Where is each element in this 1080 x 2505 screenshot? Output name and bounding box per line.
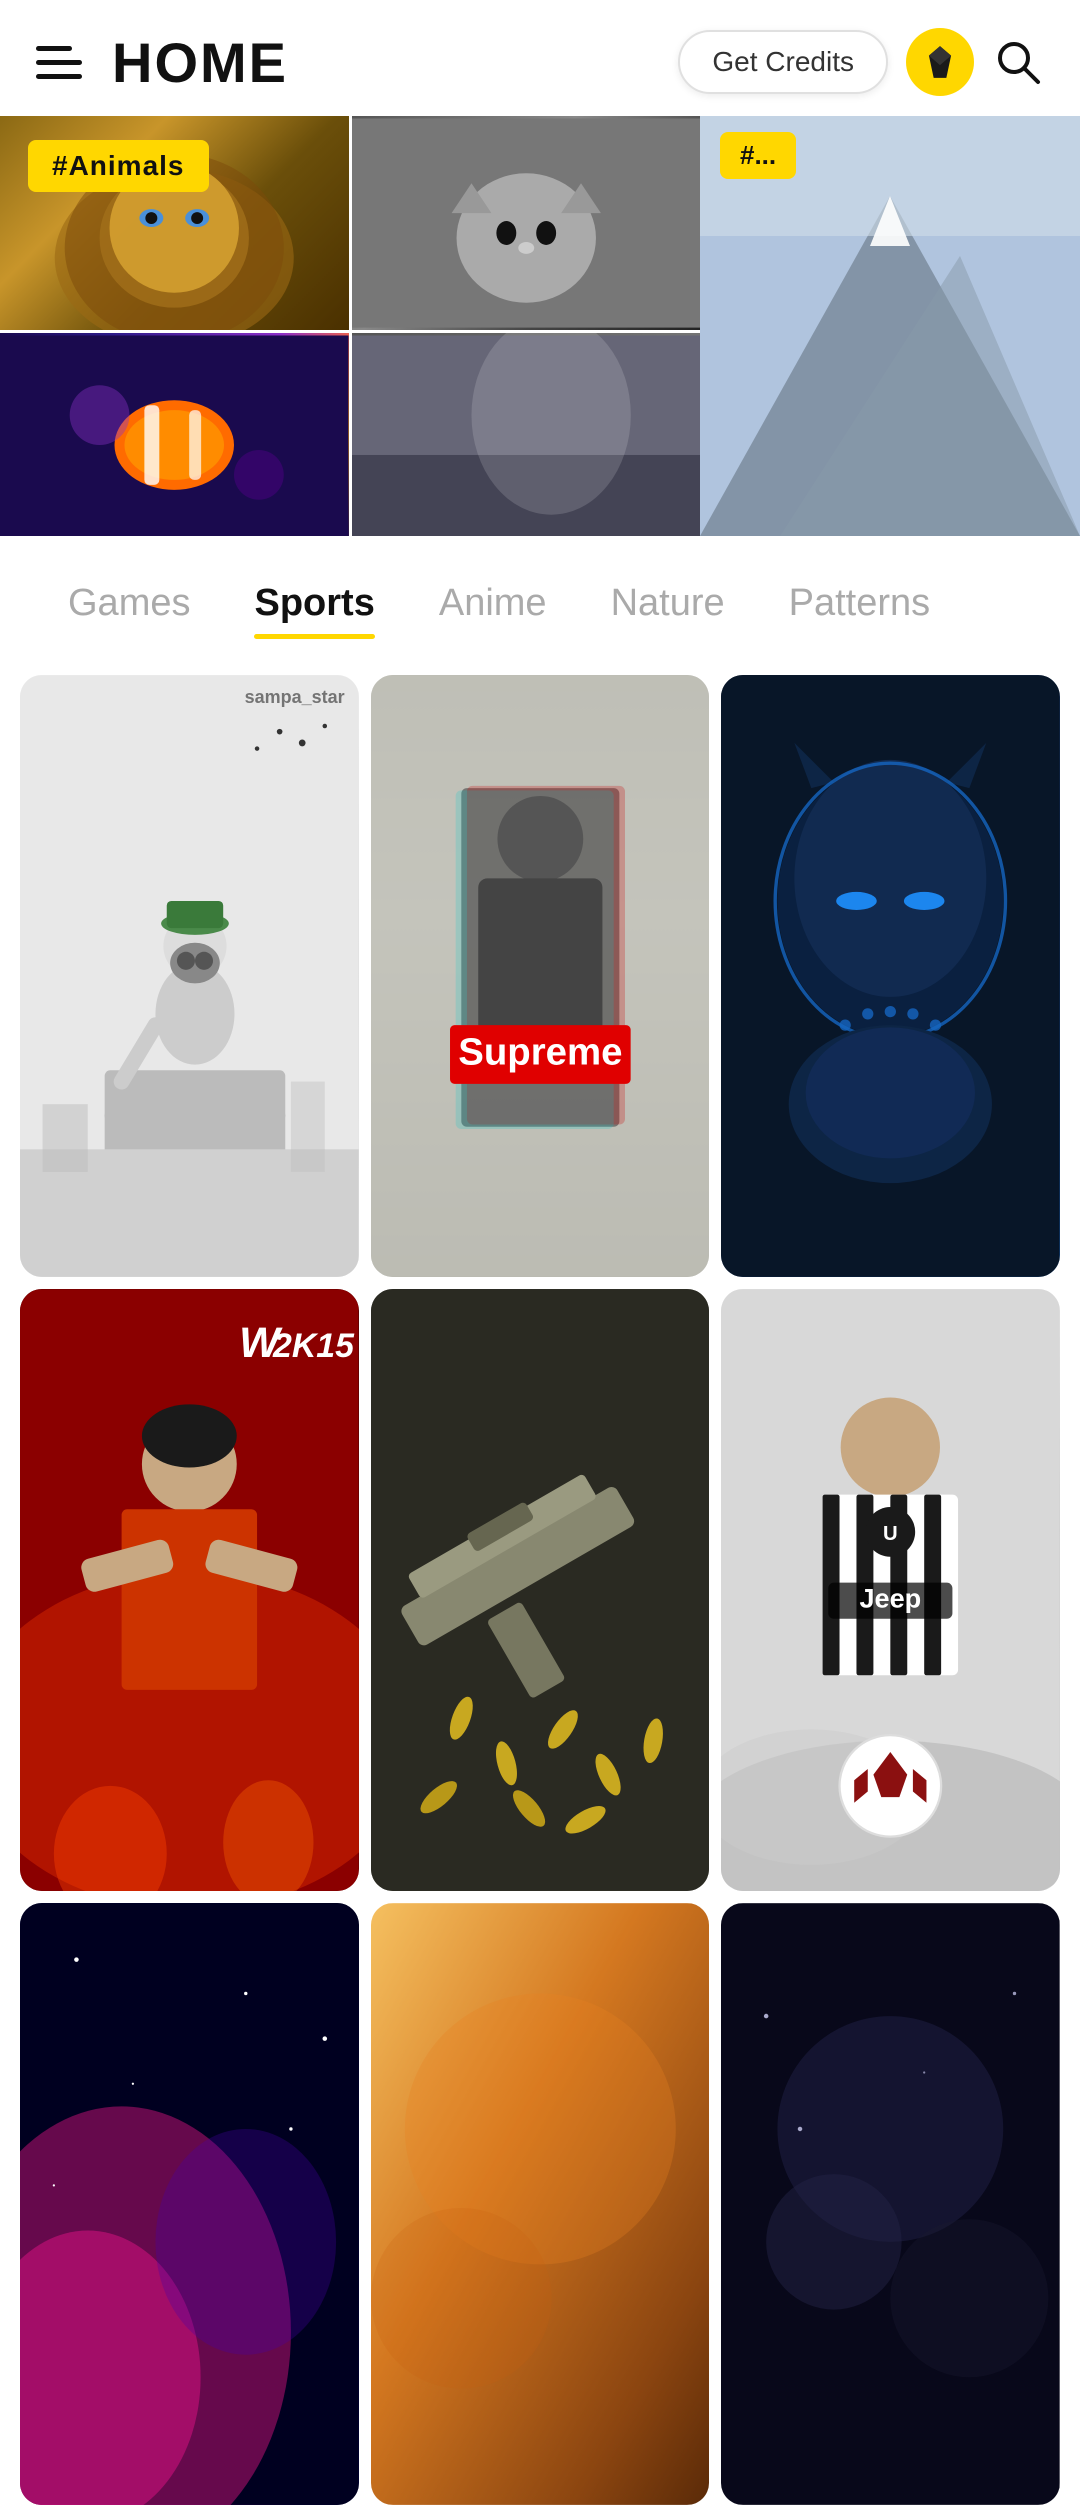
wallpaper-wwe[interactable]: W 2K15 [20,1289,359,1891]
header-left: HOME [36,30,288,95]
wallpaper-dark[interactable] [721,1903,1060,2505]
wallpaper-skater[interactable]: sampa_star [20,675,359,1277]
get-credits-button[interactable]: Get Credits [678,30,888,94]
watermark-skater: sampa_star [245,687,345,708]
banner-section: #Animals [0,116,1080,536]
svg-text:U: U [883,1523,898,1545]
wallpaper-supreme[interactable]: Supreme [371,675,710,1277]
premium-icon-button[interactable] [906,28,974,96]
banner-mountain-image[interactable]: #... [700,116,1080,536]
gem-icon [921,43,959,81]
wallpaper-grid: sampa_star [0,655,1080,2505]
header-right: Get Credits [678,28,1044,96]
tab-patterns[interactable]: Patterns [757,572,963,635]
banner-scroll[interactable]: #Animals [0,116,1080,536]
wallpaper-warm[interactable] [371,1903,710,2505]
svg-text:2K15: 2K15 [272,1327,355,1365]
search-icon [992,36,1044,88]
wallpaper-space[interactable] [20,1903,359,2505]
banner-tag: #Animals [28,140,209,192]
tab-nature[interactable]: Nature [579,572,757,635]
wallpaper-cr7[interactable]: U Jeep [721,1289,1060,1891]
svg-text:Supreme: Supreme [458,1031,622,1074]
wallpaper-blackpanther[interactable] [721,675,1060,1277]
category-tabs: Games Sports Anime Nature Patterns [0,536,1080,655]
page-title: HOME [112,30,288,95]
banner-extra-image[interactable] [352,333,701,536]
menu-button[interactable] [36,46,82,79]
banner-mountain-tag: #... [720,132,796,179]
banner-fish-image[interactable] [0,333,349,536]
wallpaper-gun[interactable] [371,1289,710,1891]
search-button[interactable] [992,36,1044,88]
tab-games[interactable]: Games [36,572,222,635]
tab-anime[interactable]: Anime [407,572,579,635]
banner-cat-image[interactable] [352,116,701,330]
tab-sports[interactable]: Sports [222,572,406,635]
svg-text:Jeep: Jeep [860,1583,922,1614]
app-header: HOME Get Credits [0,0,1080,116]
